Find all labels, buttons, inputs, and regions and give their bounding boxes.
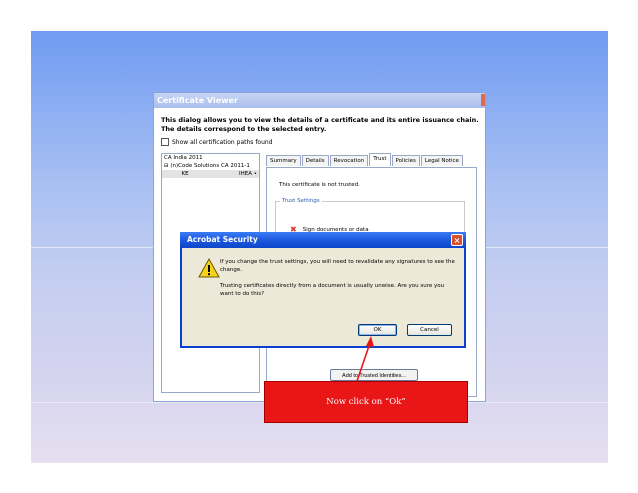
certificate-viewer-titlebar: Certificate Viewer	[154, 93, 485, 108]
tree-item-selected[interactable]: KE IHEA •	[162, 170, 259, 178]
tab-summary[interactable]: Summary	[266, 155, 301, 166]
instruction-callout: Now click on “Ok”	[264, 381, 468, 423]
certificate-viewer-title: Certificate Viewer	[157, 96, 238, 105]
acrobat-security-dialog: Acrobat Security × If you change the tru…	[180, 232, 466, 348]
acrobat-security-titlebar: Acrobat Security ×	[180, 232, 466, 248]
show-all-paths-checkbox[interactable]: Show all certification paths found	[161, 138, 273, 146]
tree-item[interactable]: CA India 2011	[162, 154, 259, 162]
close-icon[interactable]: ×	[451, 234, 463, 246]
trust-settings-label: Trust Settings	[280, 198, 322, 204]
show-all-paths-label: Show all certification paths found	[172, 138, 273, 146]
tab-revocation[interactable]: Revocation	[329, 155, 369, 166]
security-message-revalidate: If you change the trust settings, you wi…	[220, 259, 455, 273]
add-to-trusted-identities-button[interactable]: Add to Trusted Identities...	[330, 369, 418, 381]
tab-legal-notice[interactable]: Legal Notice	[420, 155, 463, 166]
certificate-viewer-description: This dialog allows you to view the detai…	[161, 116, 479, 133]
acrobat-security-title: Acrobat Security	[187, 235, 258, 244]
tree-item[interactable]: ⊟ (n)Code Solutions CA 2011-1	[162, 162, 259, 170]
ok-button[interactable]: OK	[358, 324, 397, 336]
tree-item-label: CA India 2011	[164, 155, 203, 161]
close-icon[interactable]	[481, 94, 485, 106]
tab-policies[interactable]: Policies	[391, 155, 420, 166]
checkbox-box[interactable]	[161, 138, 169, 146]
tree-item-label: KE	[164, 171, 189, 177]
cancel-button[interactable]: Cancel	[407, 324, 452, 336]
tab-details[interactable]: Details	[301, 155, 329, 166]
trust-status-text: This certificate is not trusted.	[279, 182, 360, 188]
tree-item-extra: IHEA •	[239, 171, 257, 177]
security-message-unwise: Trusting certificates directly from a do…	[220, 283, 445, 297]
instruction-callout-text: Now click on “Ok”	[326, 397, 406, 407]
tab-trust[interactable]: Trust	[369, 153, 391, 166]
tree-item-label: ⊟ (n)Code Solutions CA 2011-1	[164, 163, 250, 169]
warning-icon	[198, 258, 220, 278]
